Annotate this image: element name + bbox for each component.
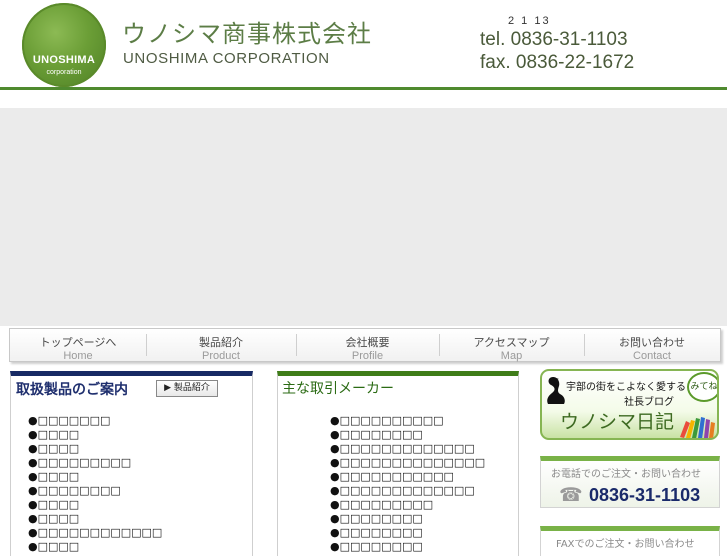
header-divider [0, 87, 727, 90]
speech-bubble-icon: みてね [687, 372, 717, 402]
nav-item-label-jp: 会社概要 [345, 336, 390, 349]
products-title: 取扱製品のご案内 [16, 382, 128, 398]
list-item: ●□□□□□□□□□ [330, 498, 434, 511]
nav-item-label-en: Product [202, 350, 240, 362]
list-item[interactable]: ●□□□□ [28, 540, 162, 554]
site-header: UNOSHIMA corporation ウノシマ商事株式会社 UNOSHIMA… [0, 0, 727, 88]
fax-order-label: FAXでのご注文・お問い合わせ [556, 539, 695, 550]
blog-title: ウノシマ日記 [560, 411, 675, 433]
makers-panel: 主な取引メーカー ●□□□□□□□□□□ ●□□□□□□□□ ●□□□□□□□□… [277, 371, 519, 556]
nav-item-label-jp: お問い合わせ [619, 336, 685, 349]
list-item[interactable]: ●□□□□□□□□□ [28, 456, 162, 470]
company-name-jp: ウノシマ商事株式会社 [122, 20, 372, 48]
phone-number[interactable]: 0836-31-1103 [589, 485, 700, 506]
main-banner-area [0, 108, 727, 326]
list-item: ●□□□□□□□□ [330, 540, 423, 553]
logo-main-text: UNOSHIMA [32, 54, 96, 66]
fax-order-box[interactable]: FAXでのご注文・お問い合わせ [540, 526, 720, 556]
nav-item-label-jp: トップページへ [39, 336, 117, 349]
makers-list: ●□□□□□□□□□□ ●□□□□□□□□ ●□□□□□□□□□□□□□ ●□□… [330, 414, 485, 554]
list-item[interactable]: ●□□□□□□□ [28, 414, 162, 428]
nav-item-profile[interactable]: 会社概要 Profile [296, 329, 439, 362]
list-item[interactable]: ●□□□□□□□□□□□□ [28, 526, 162, 540]
list-item: ●□□□□□□□□ [330, 428, 423, 441]
telephone-icon: ☎ [559, 484, 583, 506]
list-item: ●□□□□□□□□□□□□□□ [330, 456, 486, 469]
nav-item-label-jp: 製品紹介 [199, 336, 243, 349]
products-panel: 取扱製品のご案内 ▶ 製品紹介 ●□□□□□□□ ●□□□□ ●□□□□ ●□□… [10, 371, 253, 556]
list-item: ●□□□□□□□□ [330, 512, 423, 525]
product-intro-button[interactable]: ▶ 製品紹介 [156, 380, 218, 397]
nav-item-label-jp: アクセスマップ [473, 336, 550, 349]
products-list: ●□□□□□□□ ●□□□□ ●□□□□ ●□□□□□□□□□ ●□□□□ ●□… [28, 414, 162, 554]
makers-title: 主な取引メーカー [282, 381, 394, 397]
list-item[interactable]: ●□□□□ [28, 442, 162, 456]
list-item[interactable]: ●□□□□ [28, 428, 162, 442]
company-logo[interactable]: UNOSHIMA corporation [22, 3, 106, 87]
list-item: ●□□□□□□□□ [330, 526, 423, 539]
nav-item-label-en: Home [63, 350, 93, 362]
global-nav: トップページへ Home 製品紹介 Product 会社概要 Profile ア… [9, 328, 721, 362]
phone-order-label: お電話でのご注文・お問い合わせ [551, 469, 701, 480]
list-item[interactable]: ●□□□□ [28, 498, 162, 512]
blog-tagline: 宇部の街をこよなく愛する [566, 382, 686, 393]
nav-item-contact[interactable]: お問い合わせ Contact [584, 329, 720, 362]
company-name-en: UNOSHIMA CORPORATION [123, 50, 330, 67]
nav-item-product[interactable]: 製品紹介 Product [146, 329, 296, 362]
list-item[interactable]: ●□□□□ [28, 512, 162, 526]
list-item[interactable]: ●□□□□□□□□ [28, 484, 162, 498]
colored-pencils-icon [676, 411, 716, 438]
nav-item-label-en: Contact [633, 350, 671, 362]
list-item: ●□□□□□□□□□□□ [330, 470, 454, 483]
list-item[interactable]: ●□□□□ [28, 470, 162, 484]
logo-sub-text: corporation [46, 69, 82, 76]
header-tel: tel. 0836-31-1103 [480, 29, 628, 50]
president-blog-banner[interactable]: 宇部の街をこよなく愛する 社長ブログ みてね ウノシマ日記 [540, 369, 719, 440]
nav-item-map[interactable]: アクセスマップ Map [439, 329, 584, 362]
list-item: ●□□□□□□□□□□□□□ [330, 442, 475, 455]
nav-item-home[interactable]: トップページへ Home [10, 329, 146, 362]
phone-order-box[interactable]: お電話でのご注文・お問い合わせ ☎ 0836-31-1103 [540, 456, 720, 508]
list-item: ●□□□□□□□□□□□□□ [330, 484, 475, 497]
list-item: ●□□□□□□□□□□ [330, 414, 444, 427]
blog-subtitle: 社長ブログ [624, 397, 674, 408]
nav-item-label-en: Profile [351, 350, 384, 362]
address-text: 2 1 13 [508, 15, 551, 27]
nav-item-label-en: Map [500, 350, 523, 362]
header-fax: fax. 0836-22-1672 [480, 52, 635, 73]
